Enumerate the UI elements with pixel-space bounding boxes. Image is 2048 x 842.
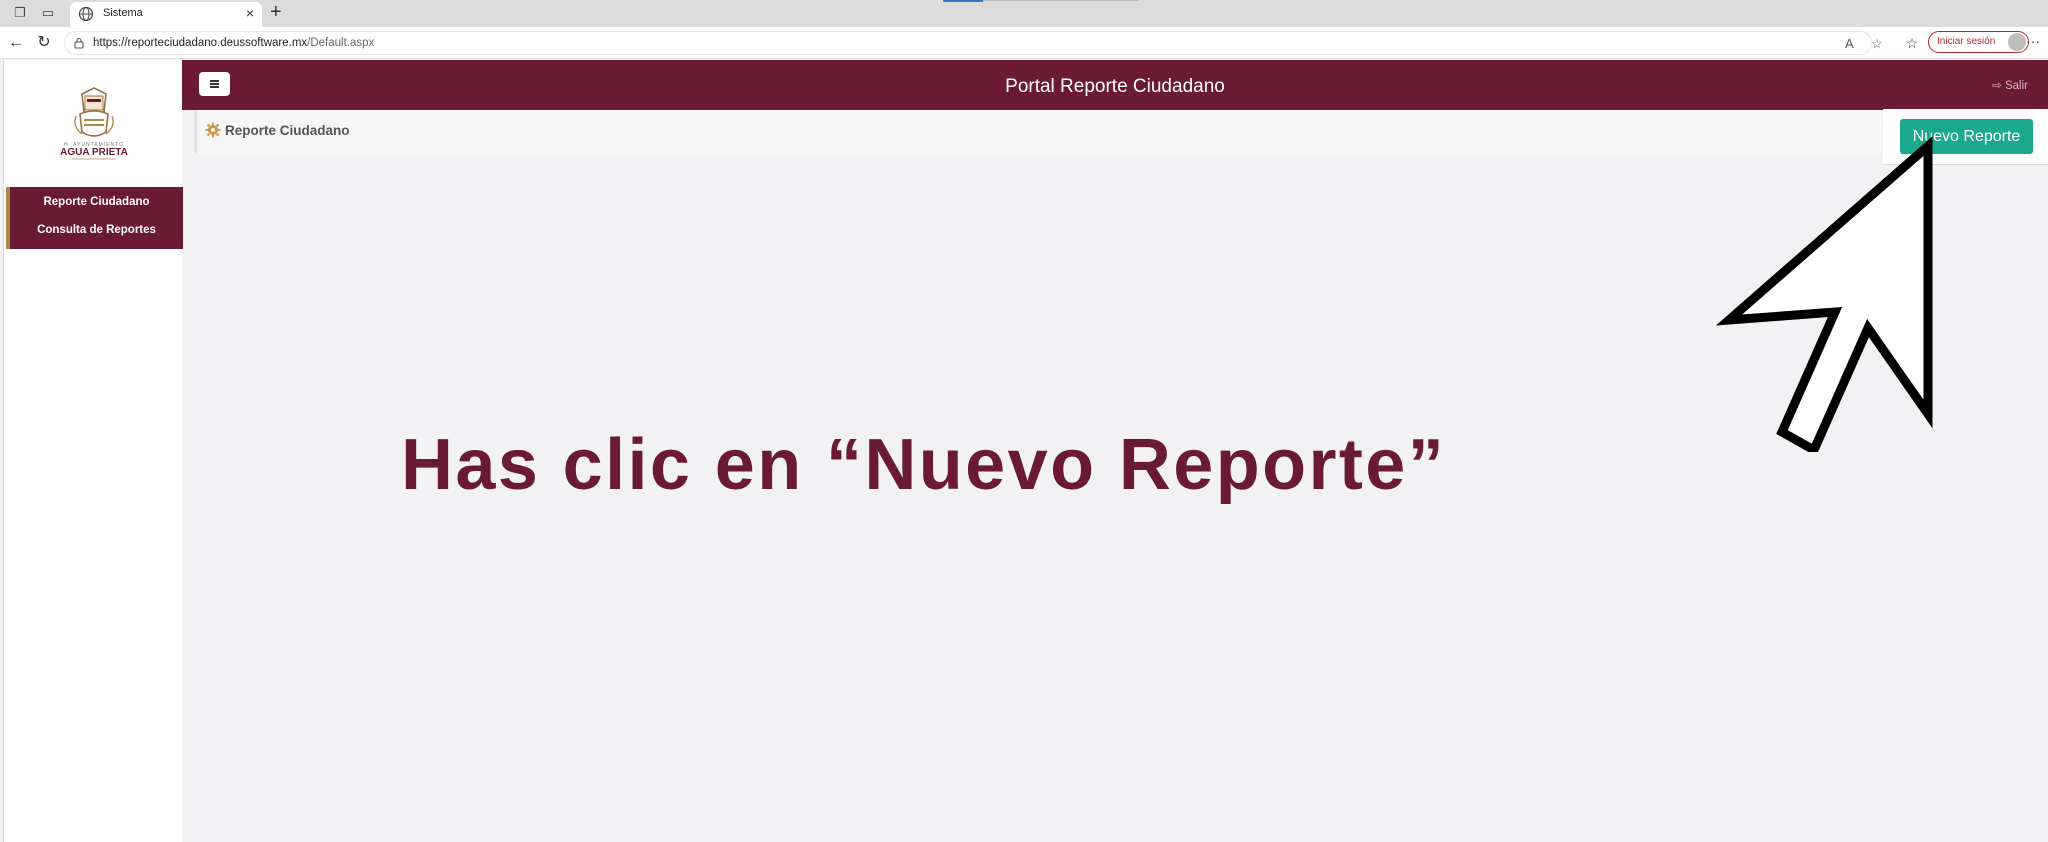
pointer-arrow-icon [1715, 136, 1933, 452]
browser-tab-strip: ❐ ▭ Sistema × + [0, 0, 2048, 27]
section-title: Reporte Ciudadano [225, 123, 350, 138]
new-tab-button[interactable]: + [270, 2, 282, 22]
sidebar-item-reporte-ciudadano[interactable]: Reporte Ciudadano [10, 188, 183, 216]
gear-icon [205, 122, 221, 138]
address-bar-row: ← ↻ https://reporteciudadano.deussoftwar… [0, 27, 2048, 59]
portal-title: Portal Reporte Ciudadano [1005, 76, 1225, 97]
url-bar[interactable]: https://reporteciudadano.deussoftware.mx… [64, 31, 1883, 55]
logout-icon: ⇨ [1992, 80, 2005, 92]
tab-title: Sistema [103, 7, 143, 19]
instruction-overlay-text: Has clic en “Nuevo Reporte” [401, 425, 1447, 505]
agua-prieta-logo: H. AYUNTAMIENTO AGUA PRIETA [60, 87, 128, 160]
url-path: /Default.aspx [307, 37, 375, 49]
sidebar-menu: Reporte Ciudadano Consulta de Reportes [6, 187, 183, 249]
read-aloud-icon[interactable]: A [1845, 36, 1854, 51]
brand-name-text: AGUA PRIETA [60, 147, 128, 158]
browser-tab[interactable]: Sistema × [70, 2, 262, 27]
avatar-icon [2008, 33, 2026, 51]
vertical-tabs-icon[interactable]: ▭ [40, 5, 56, 21]
favorite-star-icon[interactable]: ☆ [1871, 36, 1883, 52]
portal-header: Portal Reporte Ciudadano ⇨ Salir [182, 60, 2048, 110]
sidebar: H. AYUNTAMIENTO AGUA PRIETA Reporte Ciud… [3, 60, 183, 842]
site-info-icon[interactable] [73, 37, 85, 49]
tab-strip-divider [983, 0, 1138, 1]
url-text: https://reporteciudadano.deussoftware.mx… [93, 37, 374, 49]
tab-strip-marker [943, 0, 983, 2]
favorites-icon[interactable]: ☆ [1902, 33, 1922, 53]
workspaces-icon[interactable]: ❐ [12, 5, 28, 21]
url-host: https://reporteciudadano.deussoftware.mx [93, 37, 308, 49]
back-arrow-icon[interactable]: ← [6, 33, 26, 53]
logout-label: Salir [2004, 80, 2028, 92]
logout-link[interactable]: ⇨ Salir [1992, 78, 2028, 92]
globe-icon [78, 6, 94, 22]
sign-in-button[interactable]: Iniciar sesión [1928, 31, 2029, 53]
more-options-icon[interactable]: ··· [2026, 33, 2040, 49]
sign-in-label: Iniciar sesión [1937, 36, 1996, 47]
close-tab-icon[interactable]: × [246, 5, 254, 21]
refresh-icon[interactable]: ↻ [34, 33, 54, 53]
sidebar-item-consulta-de-reportes[interactable]: Consulta de Reportes [10, 216, 183, 244]
section-header: Reporte Ciudadano [194, 110, 1882, 153]
